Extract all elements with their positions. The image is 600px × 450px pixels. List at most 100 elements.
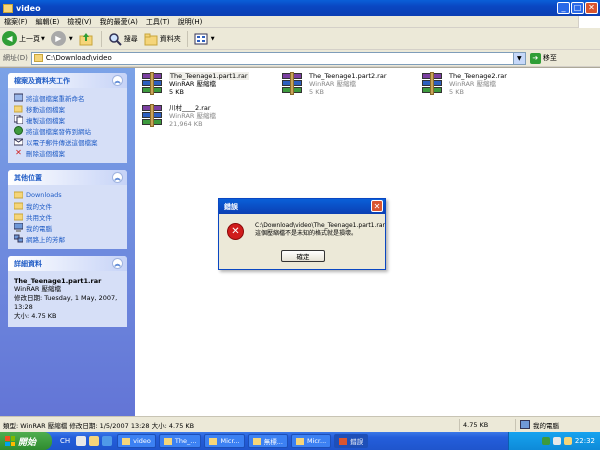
file-type: WinRAR 壓縮檔 — [309, 80, 356, 88]
menu-favorites[interactable]: 我的最愛(A) — [96, 17, 142, 27]
dialog-close-button[interactable]: ✕ — [371, 200, 383, 212]
maximize-button[interactable]: □ — [571, 2, 584, 14]
go-button[interactable]: ➔ 移至 — [529, 52, 557, 64]
views-icon — [194, 32, 208, 46]
place-my-documents[interactable]: 我的文件 — [14, 200, 121, 211]
place-shared-documents[interactable]: 共用文件 — [14, 211, 121, 222]
volume-icon[interactable] — [552, 437, 561, 445]
file-item[interactable]: The_Teenage2.rar WinRAR 壓縮檔 5 KB — [420, 72, 507, 96]
toolbar-separator — [186, 30, 188, 47]
details-panel: 詳細資料 ︽ The_Teenage1.part1.rar WinRAR 壓縮檔… — [8, 256, 127, 327]
quicklaunch-icon[interactable] — [102, 436, 113, 446]
place-shared-documents-label: 共用文件 — [26, 213, 52, 222]
file-item[interactable]: The_Teenage1.part2.rar WinRAR 壓縮檔 5 KB — [280, 72, 387, 96]
folders-button[interactable]: 資料夾 — [144, 32, 181, 46]
details-file-type: WinRAR 壓縮檔 — [14, 285, 61, 293]
menu-tools[interactable]: 工具(T) — [142, 17, 174, 27]
search-button[interactable]: 搜尋 — [108, 32, 138, 46]
system-tray: 22:32 — [508, 432, 600, 450]
collapse-chevron-icon[interactable]: ︽ — [112, 75, 123, 86]
task-rename[interactable]: 將這個檔案重新命名 — [14, 92, 121, 103]
tray-icon[interactable] — [563, 437, 572, 445]
collapse-chevron-icon[interactable]: ︽ — [112, 172, 123, 183]
app-icon — [252, 437, 261, 445]
file-size: 5 KB — [449, 88, 464, 96]
task-label: The_... — [174, 437, 197, 445]
folder-icon — [3, 3, 13, 13]
task-copy[interactable]: 複製這個檔案 — [14, 114, 121, 125]
address-bar: 網址(D) C:\Download\video ▼ ➔ 移至 — [0, 50, 600, 67]
taskbar-task[interactable]: The_... — [158, 434, 202, 448]
folders-label: 資料夾 — [159, 34, 181, 43]
place-my-computer[interactable]: 我的電腦 — [14, 222, 121, 233]
task-label: video — [133, 437, 151, 445]
language-indicator[interactable]: CH — [60, 437, 70, 445]
up-folder-icon — [79, 32, 93, 46]
close-button[interactable]: ✕ — [585, 2, 598, 14]
taskbar-task[interactable]: video — [117, 434, 156, 448]
menu-help[interactable]: 說明(H) — [174, 17, 207, 27]
place-network[interactable]: 網路上的芳鄰 — [14, 233, 121, 244]
details-file-name: The_Teenage1.part1.rar — [14, 277, 102, 285]
email-icon — [14, 137, 23, 146]
task-label: 無標... — [263, 438, 283, 446]
task-publish-label: 將這個檔案發佈到網站 — [26, 127, 91, 136]
error-path: C:\Download\video\The_Teenage1.part1.rar — [255, 222, 386, 229]
task-publish[interactable]: 將這個檔案發佈到網站 — [14, 125, 121, 136]
address-input[interactable]: C:\Download\video ▼ — [30, 51, 526, 65]
back-arrow-icon: ◀ — [2, 31, 17, 46]
up-folder-button[interactable] — [79, 32, 95, 46]
other-places-title: 其他位置 — [14, 173, 42, 182]
place-my-documents-label: 我的文件 — [26, 202, 52, 211]
taskbar-task[interactable]: Micr... — [204, 434, 245, 448]
details-header[interactable]: 詳細資料 ︽ — [8, 256, 127, 271]
forward-arrow-icon: ▶ — [50, 31, 66, 46]
start-button[interactable]: 開始 — [0, 432, 52, 450]
task-delete[interactable]: ✕ 刪除這個檔案 — [14, 147, 121, 158]
file-name: The_Teenage1.part1.rar — [169, 72, 249, 80]
start-label: 開始 — [18, 437, 37, 448]
menu-view[interactable]: 檢視(V) — [63, 17, 95, 27]
back-button[interactable]: ◀ 上一頁 ▼ — [2, 31, 45, 46]
details-size: 大小: 4.75 KB — [14, 312, 57, 320]
address-path: C:\Download\video — [45, 54, 112, 62]
task-label: Micr... — [220, 437, 240, 445]
quicklaunch-icon[interactable] — [76, 436, 87, 446]
winrar-archive-icon — [140, 72, 164, 96]
collapse-chevron-icon[interactable]: ︽ — [112, 258, 123, 269]
go-arrow-icon: ➔ — [529, 52, 541, 64]
tray-icon[interactable] — [541, 437, 550, 445]
task-delete-label: 刪除這個檔案 — [26, 149, 65, 158]
forward-button[interactable]: ▶ ▼ — [50, 31, 73, 46]
error-dialog-titlebar[interactable]: 錯誤 ✕ — [219, 199, 385, 214]
file-name: 川村____2.rar — [169, 104, 211, 112]
file-size: 21,964 KB — [169, 120, 203, 128]
file-tasks-panel: 檔案及資料夾工作 ︽ 將這個檔案重新命名 移動這個檔案 複製這個檔案 將這個檔案… — [8, 73, 127, 163]
task-email[interactable]: 以電子郵件傳送這個檔案 — [14, 136, 121, 147]
menu-edit[interactable]: 編輯(E) — [32, 17, 64, 27]
app-icon — [163, 437, 172, 445]
menu-file[interactable]: 檔案(F) — [0, 17, 32, 27]
app-icon — [209, 437, 218, 445]
go-label: 移至 — [542, 54, 557, 62]
file-item[interactable]: 川村____2.rar WinRAR 壓縮檔 21,964 KB — [140, 104, 216, 128]
task-move[interactable]: 移動這個檔案 — [14, 103, 121, 114]
other-places-header[interactable]: 其他位置 ︽ — [8, 170, 127, 185]
file-name: The_Teenage2.rar — [449, 72, 507, 80]
place-downloads[interactable]: Downloads — [14, 189, 121, 200]
chevron-down-icon: ▼ — [210, 35, 215, 42]
taskbar-task-active[interactable]: 錯誤 — [334, 434, 369, 448]
ok-button[interactable]: 確定 — [281, 250, 325, 262]
file-item[interactable]: The_Teenage1.part1.rar WinRAR 壓縮檔 5 KB — [140, 72, 249, 96]
views-button[interactable]: ▼ — [194, 32, 215, 46]
copy-icon — [14, 115, 23, 124]
window-titlebar[interactable]: video _ □ ✕ — [0, 0, 600, 16]
file-tasks-header[interactable]: 檔案及資料夾工作 ︽ — [8, 73, 127, 88]
quicklaunch-icon[interactable] — [89, 436, 100, 446]
address-dropdown-button[interactable]: ▼ — [512, 52, 525, 64]
taskbar-task[interactable]: Micr... — [290, 434, 332, 448]
error-dialog: 錯誤 ✕ ✕ C:\Download\video\The_Teenage1.pa… — [218, 198, 386, 270]
taskbar-task[interactable]: 無標... — [247, 434, 288, 448]
rename-icon — [14, 93, 23, 102]
minimize-button[interactable]: _ — [557, 2, 570, 14]
